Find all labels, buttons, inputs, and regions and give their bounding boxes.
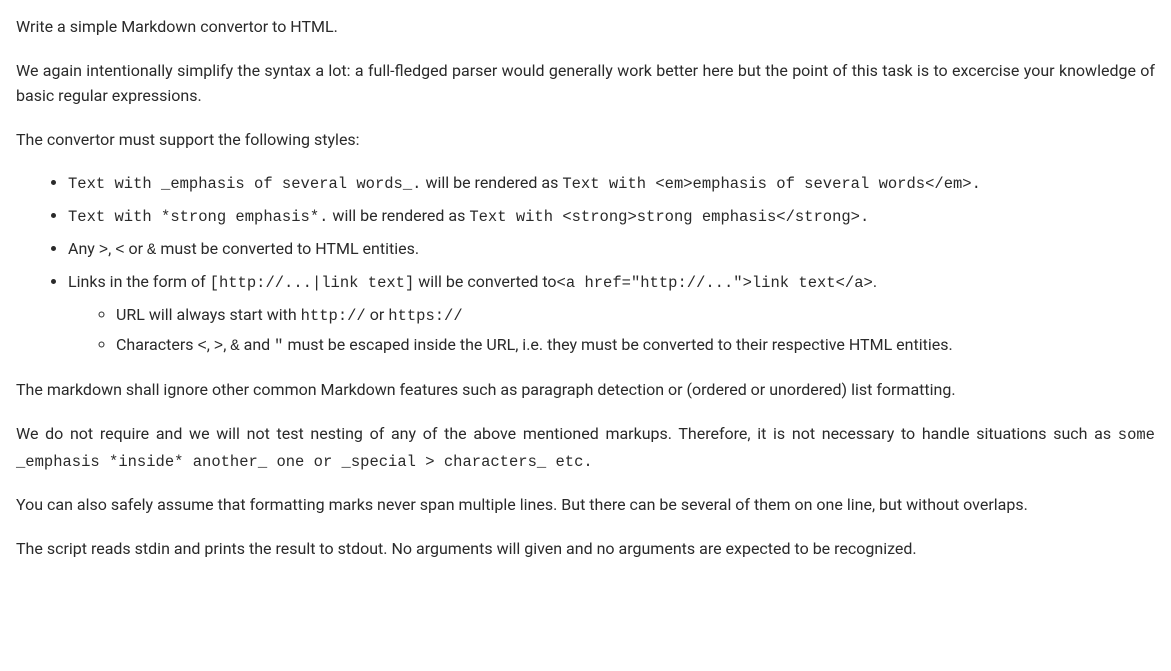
paragraph-stdio: The script reads stdin and prints the re… bbox=[16, 536, 1155, 562]
code-https: https:// bbox=[388, 307, 462, 325]
style-item-strong: Text with *strong emphasis*. will be ren… bbox=[68, 203, 1155, 230]
text: , bbox=[207, 335, 214, 354]
styles-list: Text with _emphasis of several words_. w… bbox=[16, 170, 1155, 359]
text: must be escaped inside the URL, i.e. the… bbox=[283, 335, 952, 354]
text: and bbox=[240, 335, 275, 354]
links-sublist: URL will always start with http:// or ht… bbox=[68, 302, 1155, 360]
style-item-emphasis: Text with _emphasis of several words_. w… bbox=[68, 170, 1155, 197]
paragraph-nesting: We do not require and we will not test n… bbox=[16, 421, 1155, 475]
style-item-entities: Any >, < or & must be converted to HTML … bbox=[68, 236, 1155, 263]
text: or bbox=[366, 305, 388, 324]
code-link-src: [http://...|link text] bbox=[210, 274, 415, 292]
paragraph-styles-heading: The convertor must support the following… bbox=[16, 127, 1155, 153]
code-strong-out: Text with <strong>strong emphasis</stron… bbox=[469, 208, 869, 226]
code-gt: > bbox=[99, 241, 108, 259]
text: Links in the form of bbox=[68, 272, 210, 291]
paragraph-simplify: We again intentionally simplify the synt… bbox=[16, 58, 1155, 109]
text: Characters bbox=[116, 335, 197, 354]
paragraph-multiline: You can also safely assume that formatti… bbox=[16, 492, 1155, 518]
code-strong-src: Text with *strong emphasis*. bbox=[68, 208, 328, 226]
code-lt: < bbox=[115, 241, 124, 259]
code-gt2: > bbox=[214, 337, 223, 355]
text: or bbox=[125, 239, 147, 258]
text: We do not require and we will not test n… bbox=[16, 424, 1118, 443]
code-amp: & bbox=[147, 241, 156, 259]
code-emphasis-src: Text with _emphasis of several words_. bbox=[68, 175, 421, 193]
paragraph-ignore: The markdown shall ignore other common M… bbox=[16, 377, 1155, 403]
text: must be converted to HTML entities. bbox=[156, 239, 419, 258]
text: will be rendered as bbox=[328, 206, 469, 225]
code-lt2: < bbox=[197, 337, 206, 355]
style-item-links: Links in the form of [http://...|link te… bbox=[68, 269, 1155, 359]
link-subitem-protocol: URL will always start with http:// or ht… bbox=[116, 302, 1155, 329]
code-emphasis-out: Text with <em>emphasis of several words<… bbox=[562, 175, 981, 193]
text: Any bbox=[68, 239, 99, 258]
code-http: http:// bbox=[301, 307, 366, 325]
text: . bbox=[873, 272, 877, 291]
link-subitem-escape: Characters <, >, & and " must be escaped… bbox=[116, 332, 1155, 359]
code-amp2: & bbox=[230, 337, 239, 355]
text: will be rendered as bbox=[421, 173, 562, 192]
code-link-out: <a href="http://...">link text</a> bbox=[557, 274, 873, 292]
text: will be converted to bbox=[414, 272, 556, 291]
paragraph-intro: Write a simple Markdown convertor to HTM… bbox=[16, 14, 1155, 40]
text: URL will always start with bbox=[116, 305, 301, 324]
